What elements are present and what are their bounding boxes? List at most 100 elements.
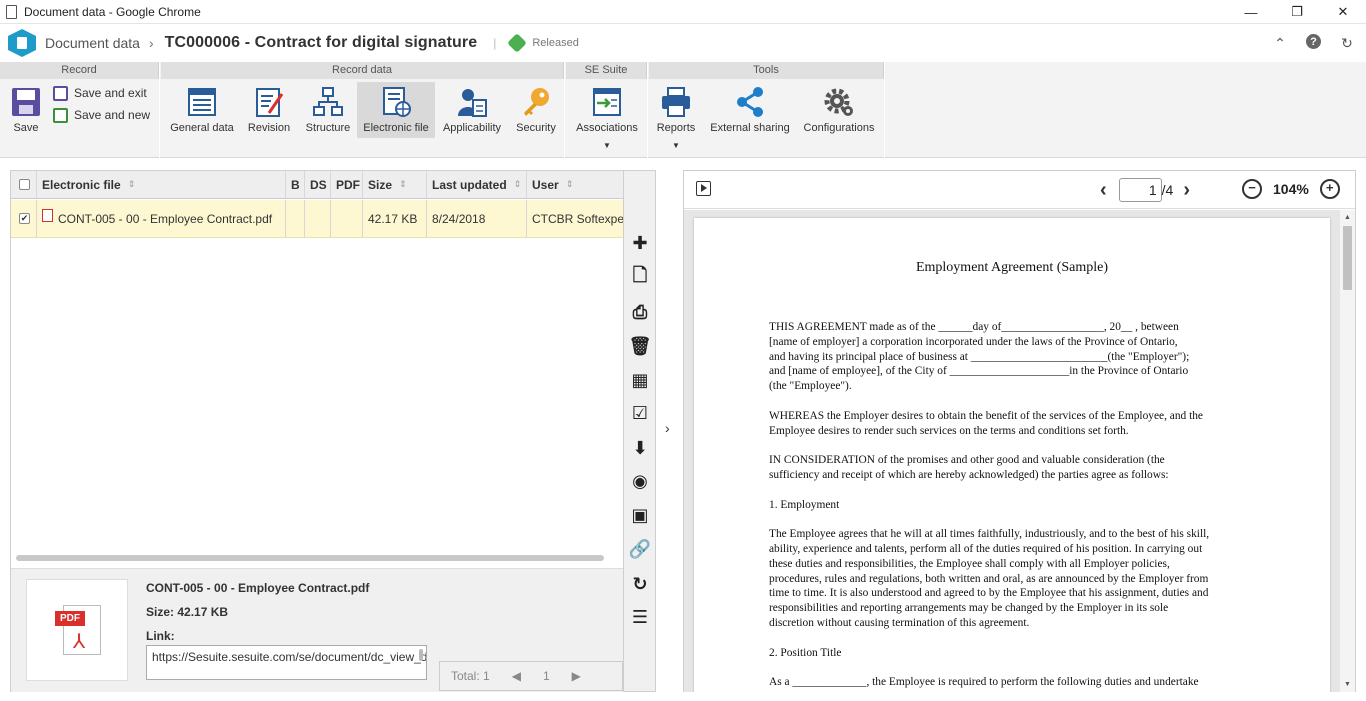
ribbon-group-title: SE Suite (566, 62, 647, 79)
user-cell: CTCBR Softexpert (532, 211, 623, 226)
header-separator: | (493, 36, 497, 50)
column-header-electronic-file[interactable]: Electronic file ⇕ (37, 171, 286, 198)
chevron-right-icon[interactable]: › (665, 420, 670, 436)
app-logo-icon[interactable] (8, 29, 36, 57)
doc-paragraph: THIS AGREEMENT made as of the ______day … (769, 321, 1190, 393)
ribbon-group-record: Record Save Save and exit Save and new (0, 62, 160, 158)
ribbon-group-se-suite: SE Suite Associations ▼ (566, 62, 648, 158)
close-icon[interactable]: ✕ (1320, 0, 1366, 24)
save-and-exit-button[interactable]: Save and exit (53, 84, 147, 102)
page-number-input[interactable]: 1 (1118, 178, 1162, 202)
structure-icon (312, 86, 344, 118)
applicability-button[interactable]: Applicability (439, 82, 505, 138)
electronic-file-button[interactable]: Electronic file (357, 82, 435, 138)
add-file-icon[interactable]: 🗋 (630, 265, 650, 288)
column-header-user[interactable]: User ⇕ (527, 171, 623, 198)
detail-file-name: CONT-005 - 00 - Employee Contract.pdf (146, 581, 370, 595)
list-icon[interactable]: ☰ (630, 607, 650, 627)
file-thumbnail[interactable]: PDF ⅄ (26, 579, 128, 681)
save-button[interactable]: Save (4, 82, 48, 138)
breadcrumb-document-data[interactable]: Document data (45, 35, 140, 51)
revision-icon (253, 86, 285, 118)
scrollbar-thumb[interactable] (1343, 226, 1352, 290)
window-title: Document data - Google Chrome (24, 4, 201, 19)
link-icon[interactable]: 🔗 (629, 539, 651, 559)
help-icon[interactable]: ? (1306, 34, 1321, 49)
select-all-checkbox[interactable] (11, 171, 37, 198)
checklist-icon[interactable]: ☑ (630, 403, 650, 423)
eye-icon[interactable]: ◉ (630, 471, 650, 491)
scroll-up-icon[interactable]: ▲ (1344, 214, 1351, 221)
presentation-icon[interactable] (696, 181, 711, 196)
viewer-vertical-scrollbar[interactable]: ▲ ▼ (1340, 210, 1355, 692)
window-controls: — ❐ ✕ (1228, 0, 1366, 24)
security-button[interactable]: Security (509, 82, 563, 138)
restore-icon[interactable]: ❐ (1274, 0, 1320, 24)
ribbon-group-title: Record (0, 62, 159, 79)
general-data-label: General data (170, 122, 234, 134)
minimize-icon[interactable]: — (1228, 0, 1274, 24)
revision-label: Revision (247, 122, 291, 134)
ds-cell (305, 200, 331, 237)
barcode-icon[interactable]: ▦ (630, 370, 650, 390)
next-page-button[interactable]: ▶ (561, 669, 592, 683)
certificate-icon[interactable]: ▣ (630, 505, 650, 525)
table-row[interactable]: ✔ CONT-005 - 00 - Employee Contract.pdf … (11, 200, 623, 238)
horizontal-scrollbar[interactable] (16, 555, 604, 561)
column-header-ds[interactable]: DS (305, 171, 331, 198)
revision-button[interactable]: Revision (241, 82, 297, 138)
page-title: TC000006 - Contract for digital signatur… (164, 34, 478, 51)
doc-paragraph: WHEREAS the Employer desires to obtain t… (769, 409, 1203, 437)
ribbon-group-record-data: Record data General data Revision Struct… (161, 62, 565, 158)
external-sharing-button[interactable]: External sharing (707, 82, 793, 138)
save-label: Save (13, 122, 39, 134)
column-header-pdf[interactable]: PDF (331, 171, 363, 198)
save-exit-icon (53, 85, 68, 101)
associations-button[interactable]: Associations ▼ (572, 82, 642, 150)
download-icon[interactable]: ⬇ (630, 438, 650, 458)
scanner-icon[interactable]: ⎙ (630, 302, 650, 322)
document-page-area[interactable]: Employment Agreement (Sample) THIS AGREE… (684, 210, 1340, 692)
panel-toggle[interactable]: › (657, 170, 683, 692)
configurations-label: Configurations (803, 122, 875, 134)
doc-paragraph: As a _____________, the Employee is requ… (769, 676, 1199, 689)
security-label: Security (516, 122, 556, 134)
doc-paragraph: 2. Position Title (769, 646, 842, 659)
previous-page-icon[interactable]: ‹ (1100, 179, 1107, 202)
row-checkbox[interactable]: ✔ (11, 200, 37, 237)
pdf-viewer: ‹ 1 /4 › − 104% + Employment Agreement (… (683, 170, 1356, 692)
zoom-out-icon[interactable]: − (1242, 179, 1262, 199)
refresh-file-icon[interactable]: ↻ (630, 574, 650, 594)
zoom-in-icon[interactable]: + (1319, 179, 1340, 199)
trash-icon[interactable]: 🗑 (629, 336, 652, 356)
refresh-icon[interactable]: ↻ (1338, 34, 1356, 52)
save-and-new-button[interactable]: Save and new (53, 106, 150, 124)
link-textarea[interactable]: https://Sesuite.sesuite.com/se/document/… (146, 645, 427, 680)
file-name-cell[interactable]: CONT-005 - 00 - Employee Contract.pdf (37, 200, 286, 237)
ribbon-group-tools: Tools Reports ▼ External sharing Configu… (649, 62, 885, 158)
released-check-icon (507, 33, 528, 53)
structure-button[interactable]: Structure (301, 82, 355, 138)
size-cell: 42.17 KB (363, 200, 427, 237)
reports-button[interactable]: Reports ▼ (653, 82, 699, 150)
last-updated-cell: 8/24/2018 (427, 200, 527, 237)
collapse-up-icon[interactable]: ⌃ (1271, 34, 1289, 52)
page-icon (6, 4, 17, 19)
total-pages: /4 (1161, 182, 1174, 198)
scroll-down-icon[interactable]: ▼ (1344, 681, 1351, 688)
file-detail-panel: PDF ⅄ CONT-005 - 00 - Employee Contract.… (11, 568, 623, 692)
add-icon[interactable]: ✚ (630, 233, 650, 253)
general-data-button[interactable]: General data (167, 82, 237, 138)
doc-paragraph: IN CONSIDERATION of the promises and oth… (769, 454, 1169, 481)
pdf-cell (331, 200, 363, 237)
associations-label: Associations (576, 122, 638, 134)
prev-page-button[interactable]: ◀ (501, 669, 532, 683)
column-header-b[interactable]: B (286, 171, 305, 198)
column-header-last-updated[interactable]: Last updated ⇕ (427, 171, 527, 198)
electronic-file-icon (380, 86, 412, 118)
configurations-button[interactable]: Configurations (797, 82, 881, 138)
gear-icon (823, 86, 855, 118)
next-page-icon[interactable]: › (1183, 179, 1190, 202)
key-icon (520, 86, 552, 118)
column-header-size[interactable]: Size ⇕ (363, 171, 427, 198)
